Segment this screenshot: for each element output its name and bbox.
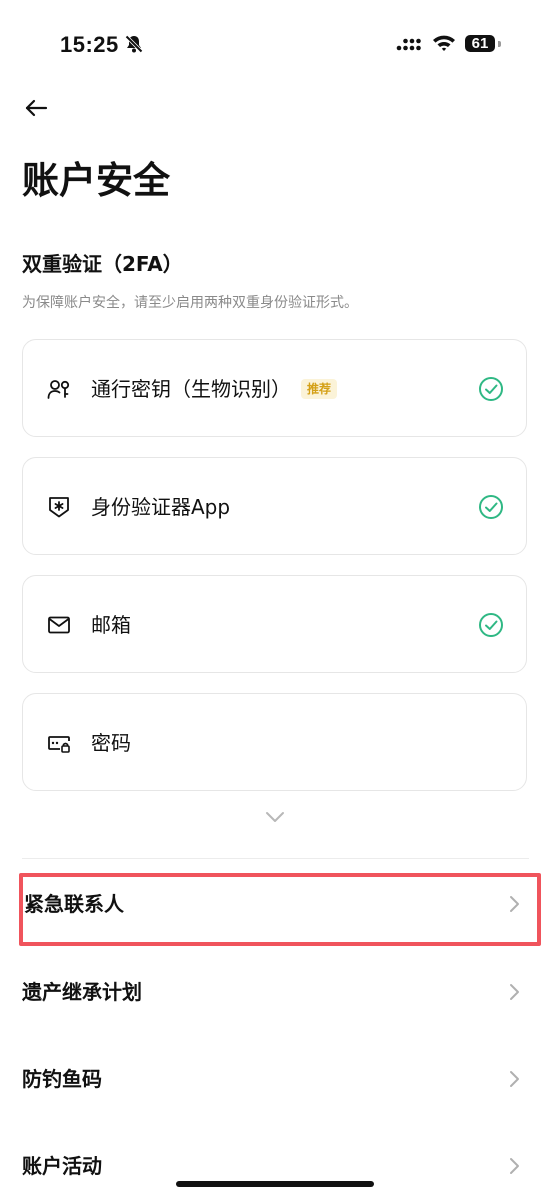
password-icon <box>48 736 70 753</box>
wifi-icon <box>433 35 455 51</box>
cellular-signal-icon <box>396 38 421 51</box>
chevron-right-icon <box>510 984 519 1000</box>
back-arrow-icon[interactable] <box>22 94 50 122</box>
section-divider <box>22 858 529 859</box>
check-circle-icon <box>479 377 503 401</box>
passkey-label: 通行密钥（生物识别） <box>91 377 291 401</box>
menu-item-account-activity[interactable]: 账户活动 <box>22 1136 529 1196</box>
check-circle-icon <box>479 495 503 519</box>
recommended-badge: 推荐 <box>301 378 338 399</box>
two-fa-section-title: 双重验证（2FA） <box>22 252 183 276</box>
mail-icon <box>48 616 70 634</box>
menu-item-inheritance-plan[interactable]: 遗产继承计划 <box>22 962 529 1022</box>
authenticator-label: 身份验证器App <box>91 495 231 519</box>
passkey-icon <box>47 380 70 399</box>
page-title: 账户安全 <box>22 159 170 202</box>
menu-item-label: 防钓鱼码 <box>22 1067 102 1091</box>
check-circle-icon <box>479 613 503 637</box>
chevron-right-icon <box>510 1071 519 1087</box>
battery-icon: 61 <box>465 35 495 52</box>
chevron-down-icon[interactable] <box>264 810 286 824</box>
chevron-right-icon <box>510 1158 519 1174</box>
2fa-method-passkey[interactable]: 通行密钥（生物识别） 推荐 <box>22 339 527 437</box>
two-fa-description: 为保障账户安全，请至少启用两种双重身份验证形式。 <box>22 295 358 311</box>
email-label: 邮箱 <box>91 613 131 637</box>
home-indicator[interactable] <box>176 1181 374 1187</box>
battery-cap <box>498 41 501 47</box>
2fa-method-authenticator[interactable]: 身份验证器App <box>22 457 527 555</box>
menu-item-label: 账户活动 <box>22 1154 102 1178</box>
2fa-method-label: 通行密钥（生物识别） 推荐 <box>91 340 338 438</box>
2fa-method-password[interactable]: 密码 <box>22 693 527 791</box>
authenticator-icon <box>49 497 69 518</box>
menu-item-anti-phishing-code[interactable]: 防钓鱼码 <box>22 1049 529 1109</box>
2fa-method-email[interactable]: 邮箱 <box>22 575 527 673</box>
highlight-box <box>19 873 541 946</box>
menu-item-label: 遗产继承计划 <box>22 980 142 1004</box>
status-bar: 15:25 61 <box>0 0 551 80</box>
status-time: 15:25 <box>60 32 119 57</box>
silent-bell-icon <box>125 35 143 53</box>
password-label: 密码 <box>91 731 131 755</box>
